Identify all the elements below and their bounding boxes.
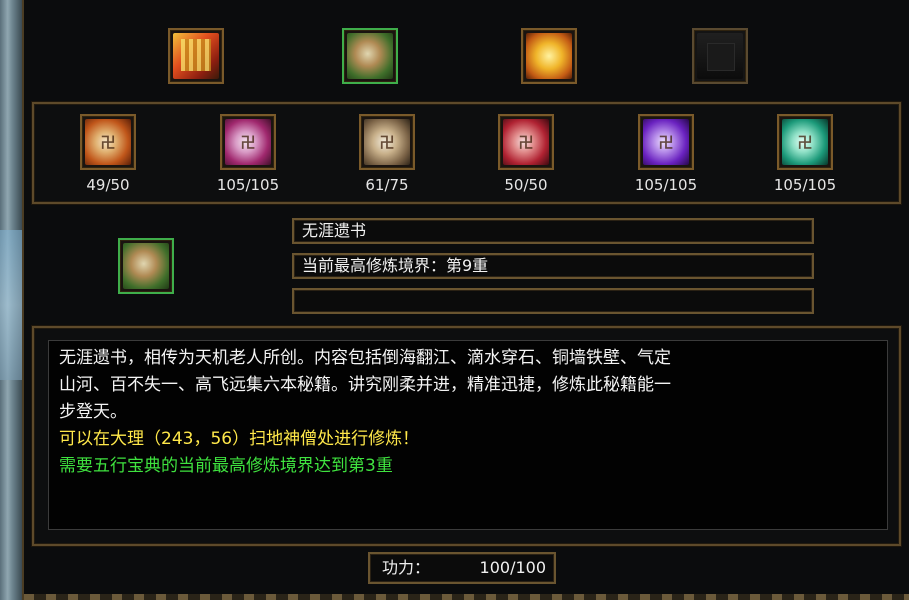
skill-extra-field	[292, 288, 814, 314]
gold-scroll-bundle-icon	[526, 33, 572, 79]
sub-skill-slot-4[interactable]: 卍	[498, 114, 554, 170]
pink-scroll-icon: 卍	[225, 119, 271, 165]
teal-scroll-icon: 卍	[782, 119, 828, 165]
scroll-bundle-icon	[123, 243, 169, 289]
orange-scroll-icon: 卍	[85, 119, 131, 165]
sub-skill-count-1: 49/50	[86, 176, 130, 194]
purple-scroll-icon: 卍	[643, 119, 689, 165]
sub-skill-slot-1[interactable]: 卍	[80, 114, 136, 170]
bottom-border	[24, 594, 909, 600]
category-slot-scrolls[interactable]	[342, 28, 398, 84]
power-value: 100/100	[479, 558, 546, 577]
sub-skill-count-6: 105/105	[773, 176, 837, 194]
background-scenery	[0, 0, 22, 600]
sub-skill-count-3: 61/75	[365, 176, 409, 194]
cultivation-window: 卍 49/50 卍 105/105 卍 61/75 卍 50/50 卍 105/…	[22, 0, 909, 600]
sub-skill-count-4: 50/50	[504, 176, 548, 194]
category-slot-empty[interactable]	[692, 28, 748, 84]
category-slot-gold-scrolls[interactable]	[521, 28, 577, 84]
description-box: 无涯遗书，相传为天机老人所创。内容包括倒海翻江、滴水穿石、铜墙铁壁、气定 山河、…	[48, 340, 888, 530]
sub-skill-count-5: 105/105	[634, 176, 698, 194]
power-label: 功力：	[382, 558, 431, 577]
power-display: 功力： 100/100	[368, 552, 556, 584]
description-line-1: 无涯遗书，相传为天机老人所创。内容包括倒海翻江、滴水穿石、铜墙铁壁、气定	[59, 348, 671, 368]
empty-slot-icon	[697, 33, 743, 79]
tan-scroll-icon: 卍	[364, 119, 410, 165]
category-slot-book[interactable]	[168, 28, 224, 84]
skill-name-field: 无涯遗书	[292, 218, 814, 244]
detail-skill-slot	[118, 238, 174, 294]
description-line-2: 山河、百不失一、高飞远集六本秘籍。讲究刚柔并进，精准迅捷，修炼此秘籍能一	[59, 375, 671, 395]
sub-skill-slot-3[interactable]: 卍	[359, 114, 415, 170]
sub-skill-slot-2[interactable]: 卍	[220, 114, 276, 170]
training-location-text: 可以在大理（243，56）扫地神僧处进行修炼！	[59, 429, 420, 449]
requirement-text: 需要五行宝典的当前最高修炼境界达到第3重	[59, 456, 393, 476]
description-panel: 无涯遗书，相传为天机老人所创。内容包括倒海翻江、滴水穿石、铜墙铁壁、气定 山河、…	[32, 326, 901, 546]
sub-skill-panel: 卍 49/50 卍 105/105 卍 61/75 卍 50/50 卍 105/…	[32, 102, 901, 204]
book-icon	[173, 33, 219, 79]
description-line-3: 步登天。	[59, 402, 127, 422]
red-scroll-icon: 卍	[503, 119, 549, 165]
skill-realm-field: 当前最高修炼境界：第9重	[292, 253, 814, 279]
sub-skill-slot-5[interactable]: 卍	[638, 114, 694, 170]
sub-skill-count-2: 105/105	[216, 176, 280, 194]
scroll-bundle-icon	[347, 33, 393, 79]
sub-skill-slot-6[interactable]: 卍	[777, 114, 833, 170]
